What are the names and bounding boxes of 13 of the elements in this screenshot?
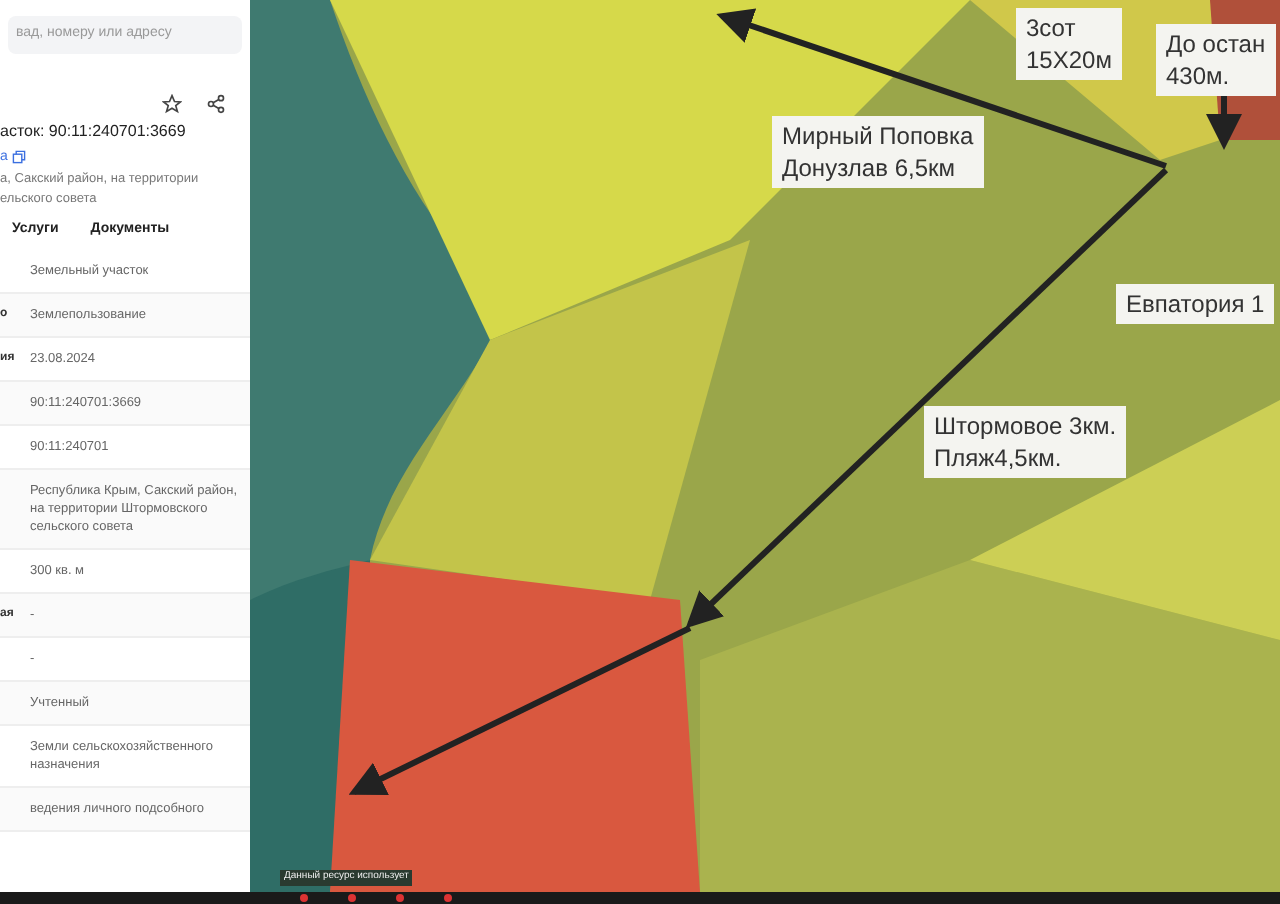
app-icon[interactable] — [348, 894, 356, 902]
parcel-title: асток: 90:11:240701:3669 — [0, 119, 188, 143]
star-icon[interactable] — [162, 93, 182, 113]
app-icon[interactable] — [444, 894, 452, 902]
share-icon[interactable] — [206, 93, 226, 113]
copy-icon[interactable] — [11, 150, 26, 165]
map-label: Штормовое 3км. Пляж4,5км. — [924, 406, 1127, 478]
map-label: Мирный Поповка Донузлав 6,5км — [772, 116, 984, 188]
app-icon[interactable] — [396, 894, 404, 902]
app-icon[interactable] — [300, 894, 308, 902]
map-label: До остан 430м. — [1156, 24, 1276, 96]
map-label: 3сот 15Х20м — [1016, 8, 1122, 80]
map-label: Евпатория 1 — [1116, 284, 1275, 324]
